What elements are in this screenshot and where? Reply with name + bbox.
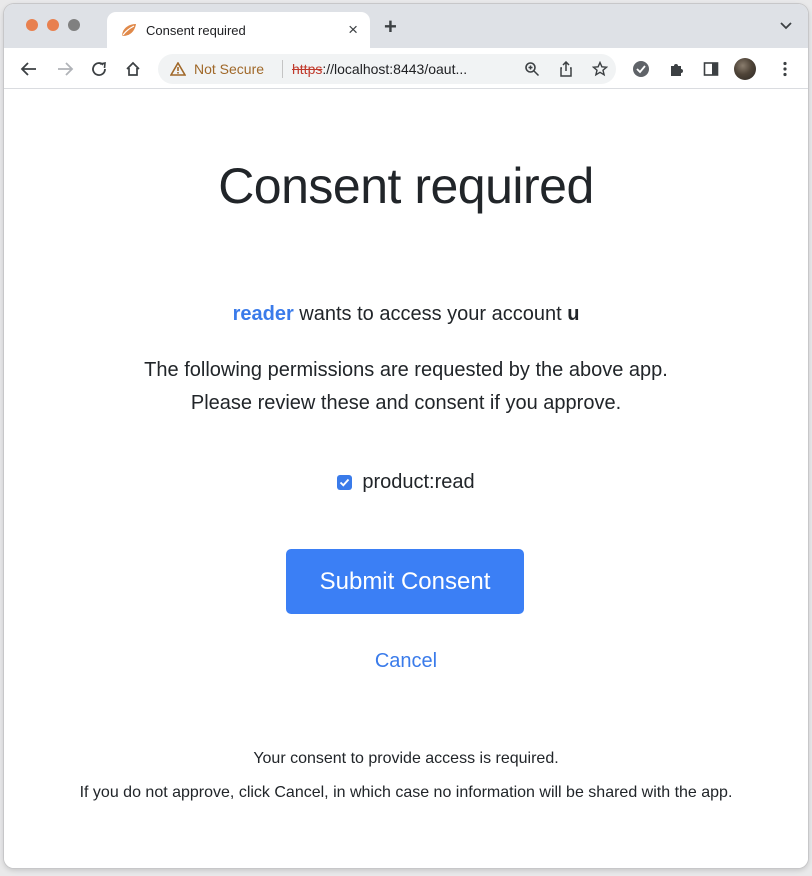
warning-icon[interactable] <box>170 62 186 76</box>
description-line-2: Please review these and consent if you a… <box>190 392 622 414</box>
consent-page: Consent required reader wants to access … <box>4 89 808 868</box>
browser-toolbar: Not Secure https://localhost:8443/oaut..… <box>4 48 808 89</box>
back-arrow-icon[interactable] <box>20 60 38 78</box>
url-host: ://localhost:8443/oaut... <box>322 61 468 77</box>
zoom-window-button[interactable] <box>68 19 80 31</box>
home-icon[interactable] <box>124 60 142 78</box>
tab-title: Consent required <box>146 23 246 38</box>
share-icon[interactable] <box>558 61 574 77</box>
url-text[interactable]: https://localhost:8443/oaut... <box>292 61 467 77</box>
consent-footnote: Your consent to provide access is requir… <box>54 742 758 810</box>
client-request-text: wants to access your account <box>293 303 568 325</box>
client-request-line: reader wants to access your account u <box>4 303 808 326</box>
scope-item: product:read <box>4 471 808 494</box>
window-controls <box>26 19 80 31</box>
account-name: u <box>567 303 580 325</box>
reload-icon[interactable] <box>90 60 108 78</box>
footnote-line-2: If you do not approve, click Cancel, in … <box>79 784 733 801</box>
page-title: Consent required <box>218 158 594 214</box>
address-bar[interactable]: Not Secure https://localhost:8443/oaut..… <box>158 54 616 84</box>
security-status-label[interactable]: Not Secure <box>194 61 264 77</box>
chevron-down-icon[interactable] <box>780 22 792 30</box>
client-name: reader <box>232 303 294 325</box>
minimize-window-button[interactable] <box>47 19 59 31</box>
submit-consent-button[interactable]: Submit Consent <box>286 549 524 614</box>
description-line-1: The following permissions are requested … <box>144 359 668 381</box>
scope-checkbox[interactable] <box>337 475 353 490</box>
profile-avatar[interactable] <box>734 58 756 80</box>
footnote-line-1: Your consent to provide access is requir… <box>253 750 559 767</box>
url-scheme: https <box>292 61 323 77</box>
leaf-favicon-icon <box>122 24 136 36</box>
tab-strip: Consent required × + <box>4 4 808 48</box>
extension-check-icon[interactable] <box>632 60 650 78</box>
close-window-button[interactable] <box>26 19 38 31</box>
browser-window: Consent required × + Not Secure https://… <box>4 4 808 868</box>
zoom-icon[interactable] <box>524 61 540 77</box>
extensions-puzzle-icon[interactable] <box>668 60 686 78</box>
permissions-description: The following permissions are requested … <box>4 354 808 420</box>
new-tab-button[interactable]: + <box>384 16 397 38</box>
scope-label[interactable]: product:read <box>362 471 474 494</box>
tab-consent[interactable]: Consent required × <box>107 12 370 48</box>
forward-arrow-icon[interactable] <box>56 60 74 78</box>
more-menu-icon[interactable] <box>776 60 794 78</box>
bookmark-star-icon[interactable] <box>592 61 608 77</box>
side-panel-icon[interactable] <box>702 60 720 78</box>
tab-close-icon[interactable]: × <box>348 20 358 40</box>
checkmark-icon <box>340 478 350 487</box>
cancel-link[interactable]: Cancel <box>4 650 808 673</box>
omnibox-divider <box>282 60 283 78</box>
